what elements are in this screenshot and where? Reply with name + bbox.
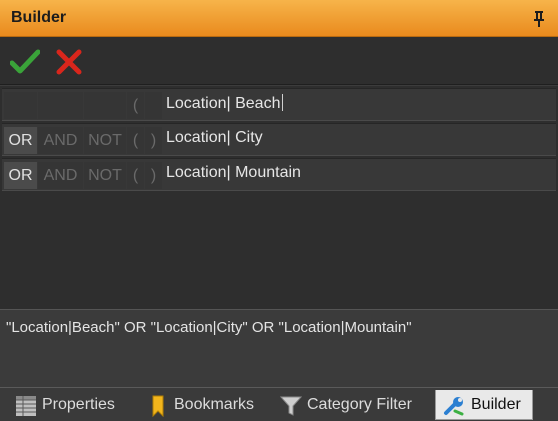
x-icon[interactable] (54, 49, 84, 75)
tab-properties[interactable]: Properties (15, 390, 135, 420)
open-paren-toggle[interactable]: ( (127, 127, 144, 154)
tab-label: Properties (42, 396, 115, 413)
open-paren-toggle[interactable]: ( (127, 162, 144, 189)
close-paren-toggle[interactable]: ) (145, 162, 162, 189)
expression-text[interactable]: Location| Beach (166, 94, 284, 113)
and-toggle[interactable]: AND (38, 162, 83, 189)
tab-label: Bookmarks (174, 396, 255, 413)
or-toggle[interactable]: OR (4, 127, 37, 154)
close-paren-toggle[interactable]: ) (145, 127, 162, 154)
builder-toolbar (0, 37, 558, 85)
funnel-icon (280, 396, 302, 416)
expression-row[interactable]: OR AND NOT ( ) Location| City (2, 123, 556, 156)
expression-row[interactable]: OR AND NOT ( ) Location| Mountain (2, 158, 556, 191)
expression-text[interactable]: Location| City (166, 129, 263, 147)
and-toggle[interactable] (38, 92, 83, 119)
pin-icon[interactable] (532, 10, 546, 28)
and-toggle[interactable]: AND (38, 127, 83, 154)
expression-row[interactable]: ( Location| Beach (2, 88, 556, 121)
panel-title: Builder (11, 9, 67, 26)
expression-text[interactable]: Location| Mountain (166, 164, 301, 182)
panel-titlebar: Builder (0, 0, 558, 37)
not-toggle[interactable] (84, 92, 126, 119)
not-toggle[interactable]: NOT (84, 127, 126, 154)
query-preview: "Location|Beach" OR "Location|City" OR "… (0, 309, 558, 387)
query-text: "Location|Beach" OR "Location|City" OR "… (6, 319, 412, 336)
tab-builder[interactable]: Builder (435, 390, 533, 420)
open-paren-toggle[interactable]: ( (127, 92, 144, 119)
tab-label: Category Filter (307, 396, 412, 413)
bottom-tab-bar: Properties Bookmarks Category Filter Bui… (0, 387, 558, 421)
close-paren-toggle[interactable] (145, 92, 162, 119)
tab-label: Builder (471, 396, 521, 413)
tab-bookmarks[interactable]: Bookmarks (147, 390, 267, 420)
table-grid-icon (16, 396, 36, 416)
or-toggle[interactable] (4, 92, 37, 119)
expression-grid: ( Location| Beach OR AND NOT ( ) Locatio… (0, 85, 558, 309)
bookmark-icon (152, 395, 164, 417)
or-toggle[interactable]: OR (4, 162, 37, 189)
tab-category-filter[interactable]: Category Filter (280, 390, 430, 420)
wrench-icon (444, 397, 464, 416)
text-caret (282, 94, 284, 111)
checkmark-icon[interactable] (10, 49, 40, 75)
not-toggle[interactable]: NOT (84, 162, 126, 189)
